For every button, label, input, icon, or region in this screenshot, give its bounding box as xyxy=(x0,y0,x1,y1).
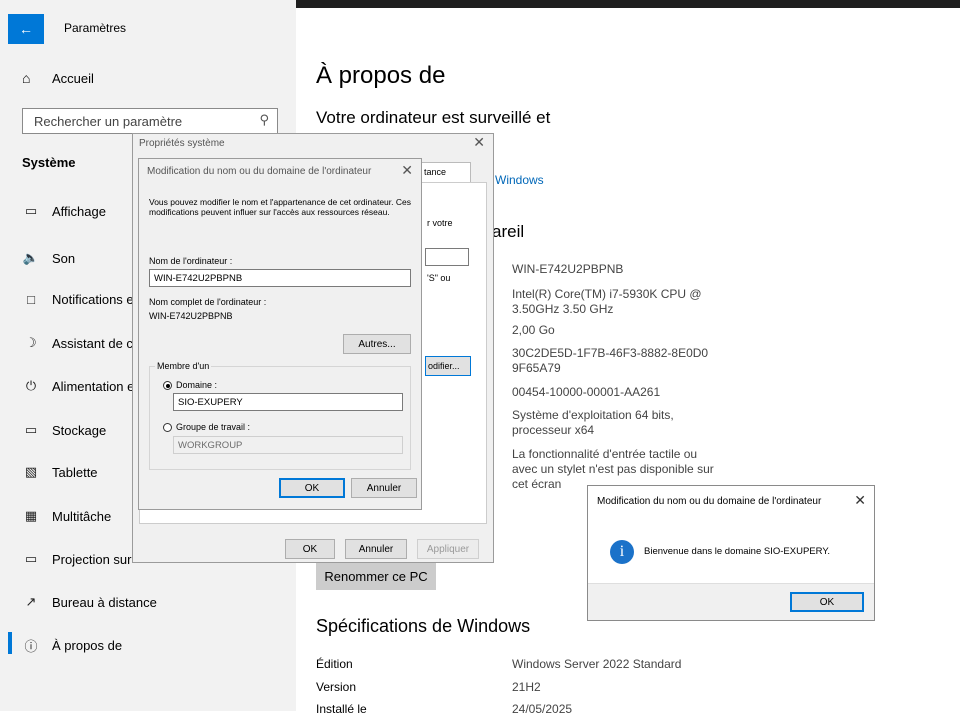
sidebar-item-label: Tablette xyxy=(52,464,98,480)
close-icon[interactable]: ✕ xyxy=(401,162,413,179)
sidebar-item-label: Alimentation et mise en veille xyxy=(52,378,133,394)
sidebar-item-projection[interactable]: ▭ Projection sur ce PC xyxy=(22,551,133,567)
system-type-value: Système d'exploitation 64 bits, processe… xyxy=(512,408,674,437)
edition-value: Windows Server 2022 Standard xyxy=(512,657,682,671)
welcome-message: Bienvenue dans le domaine SIO-EXUPERY. xyxy=(644,546,831,557)
ok-button[interactable]: OK xyxy=(790,592,864,612)
info-icon: i xyxy=(610,540,634,564)
welcome-dialog: Modification du nom ou du domaine de l'o… xyxy=(587,485,875,621)
ok-button[interactable]: OK xyxy=(279,478,345,498)
sidebar-item-remote-desktop[interactable]: ↗ Bureau à distance xyxy=(22,594,157,610)
page-title: À propos de xyxy=(316,62,446,89)
change-button[interactable]: odifier... xyxy=(425,356,471,376)
dialog-footer: OK xyxy=(588,583,874,620)
sidebar-item-label: Multitâche xyxy=(52,508,112,524)
version-value: 21H2 xyxy=(512,680,541,694)
device-name-value: WIN-E742U2PBPNB xyxy=(512,262,624,276)
sidebar-item-focus-assist[interactable]: ☽ Assistant de concentration xyxy=(22,335,133,351)
sidebar-item-power[interactable]: ⏻ Alimentation et mise en veille xyxy=(22,378,133,394)
workgroup-radio[interactable] xyxy=(163,423,172,432)
ram-value: 2,00 Go xyxy=(512,323,555,337)
sidebar-item-label: À propos de xyxy=(52,638,123,653)
change-button-label: odifier... xyxy=(428,361,460,371)
sidebar-item-label: Affichage xyxy=(52,203,106,219)
monitoring-heading: Votre ordinateur est surveillé et xyxy=(316,108,551,127)
sidebar-item-storage[interactable]: ▭ Stockage xyxy=(22,422,106,438)
projection-icon: ▭ xyxy=(24,551,38,566)
computer-name-input[interactable]: WIN-E742U2PBPNB xyxy=(149,269,411,287)
installed-value: 24/05/2025 xyxy=(512,702,573,716)
cancel-button[interactable]: Annuler xyxy=(345,539,407,559)
dialog-description: Vous pouvez modifier le nom et l'apparte… xyxy=(149,197,411,217)
sidebar-item-label: Assistant de concentration xyxy=(52,335,133,351)
storage-icon: ▭ xyxy=(24,422,38,437)
power-icon: ⏻ xyxy=(25,378,37,393)
cancel-button[interactable]: Annuler xyxy=(351,478,417,498)
device-specs-heading: areil xyxy=(492,222,525,241)
sidebar-item-display[interactable]: ▭ Affichage xyxy=(22,203,106,219)
apply-button[interactable]: Appliquer xyxy=(417,539,479,559)
domain-input[interactable]: SIO-EXUPERY xyxy=(173,393,403,411)
tablet-icon: ▧ xyxy=(24,464,38,479)
full-name-value: WIN-E742U2PBPNB xyxy=(149,311,233,321)
multitask-icon: ▦ xyxy=(24,508,38,523)
speaker-icon: 🔈 xyxy=(22,250,40,265)
windows-specs-heading: Spécifications de Windows xyxy=(316,616,531,636)
version-label: Version xyxy=(316,680,357,694)
domain-label: Domaine : xyxy=(176,380,218,390)
remote-desktop-icon: ↗ xyxy=(25,594,37,609)
workgroup-label: Groupe de travail : xyxy=(176,422,251,432)
notification-icon: □ xyxy=(27,292,35,307)
dialog-title: Propriétés système xyxy=(139,138,225,149)
edition-label: Édition xyxy=(316,657,353,671)
sidebar-item-multitask[interactable]: ▦ Multitâche xyxy=(22,508,111,524)
computer-description-field[interactable] xyxy=(425,248,469,266)
sidebar-item-tablet[interactable]: ▧ Tablette xyxy=(22,464,98,480)
full-name-label: Nom complet de l'ordinateur : xyxy=(149,297,267,307)
windows-security-link[interactable]: Windows xyxy=(495,173,544,187)
dialog-title: Modification du nom ou du domaine de l'o… xyxy=(597,496,822,507)
ok-button[interactable]: OK xyxy=(285,539,335,559)
computer-name-dialog: Modification du nom ou du domaine de l'o… xyxy=(138,158,422,510)
more-button[interactable]: Autres... xyxy=(343,334,411,354)
product-id-value: 00454-10000-00001-AA261 xyxy=(512,385,661,399)
installed-label: Installé le xyxy=(316,702,367,716)
display-icon: ▭ xyxy=(24,203,38,218)
sidebar-item-label: Bureau à distance xyxy=(52,594,157,610)
sidebar-item-label: Notifications et actions xyxy=(52,292,133,307)
domain-radio[interactable] xyxy=(163,381,172,390)
computer-name-label: Nom de l'ordinateur : xyxy=(149,256,233,266)
sidebar-item-label: Stockage xyxy=(52,422,107,438)
search-icon[interactable]: ⚲ xyxy=(259,112,269,128)
sidebar-item-about[interactable]: ⓘ À propos de xyxy=(8,632,123,655)
close-icon[interactable]: ✕ xyxy=(473,134,485,151)
sidebar-item-label: Son xyxy=(52,250,76,266)
window-top-border xyxy=(296,0,960,8)
close-icon[interactable]: ✕ xyxy=(854,492,866,509)
info-icon: ⓘ xyxy=(24,639,38,654)
active-indicator xyxy=(8,632,12,654)
sidebar-item-label: Projection sur ce PC xyxy=(52,551,133,567)
tab-label: tance xyxy=(424,167,447,177)
example-fragment: 'S" ou xyxy=(427,273,451,283)
sidebar-item-notifications[interactable]: □ Notifications et actions xyxy=(22,292,133,307)
sidebar-item-sound[interactable]: 🔈 Son xyxy=(22,250,75,266)
device-id-value: 30C2DE5D-1F7B-46F3-8882-8E0D09F65A79 xyxy=(512,346,709,375)
moon-icon: ☽ xyxy=(25,335,37,350)
member-of-label: Membre d'un xyxy=(155,361,212,371)
processor-value: Intel(R) Core(TM) i7-5930K CPU @ 3.50GHz… xyxy=(512,287,702,316)
description-fragment: r votre xyxy=(427,218,453,228)
rename-pc-button[interactable]: Renommer ce PC xyxy=(316,562,436,590)
workgroup-input[interactable]: WORKGROUP xyxy=(173,436,403,454)
dialog-title: Modification du nom ou du domaine de l'o… xyxy=(147,166,372,177)
